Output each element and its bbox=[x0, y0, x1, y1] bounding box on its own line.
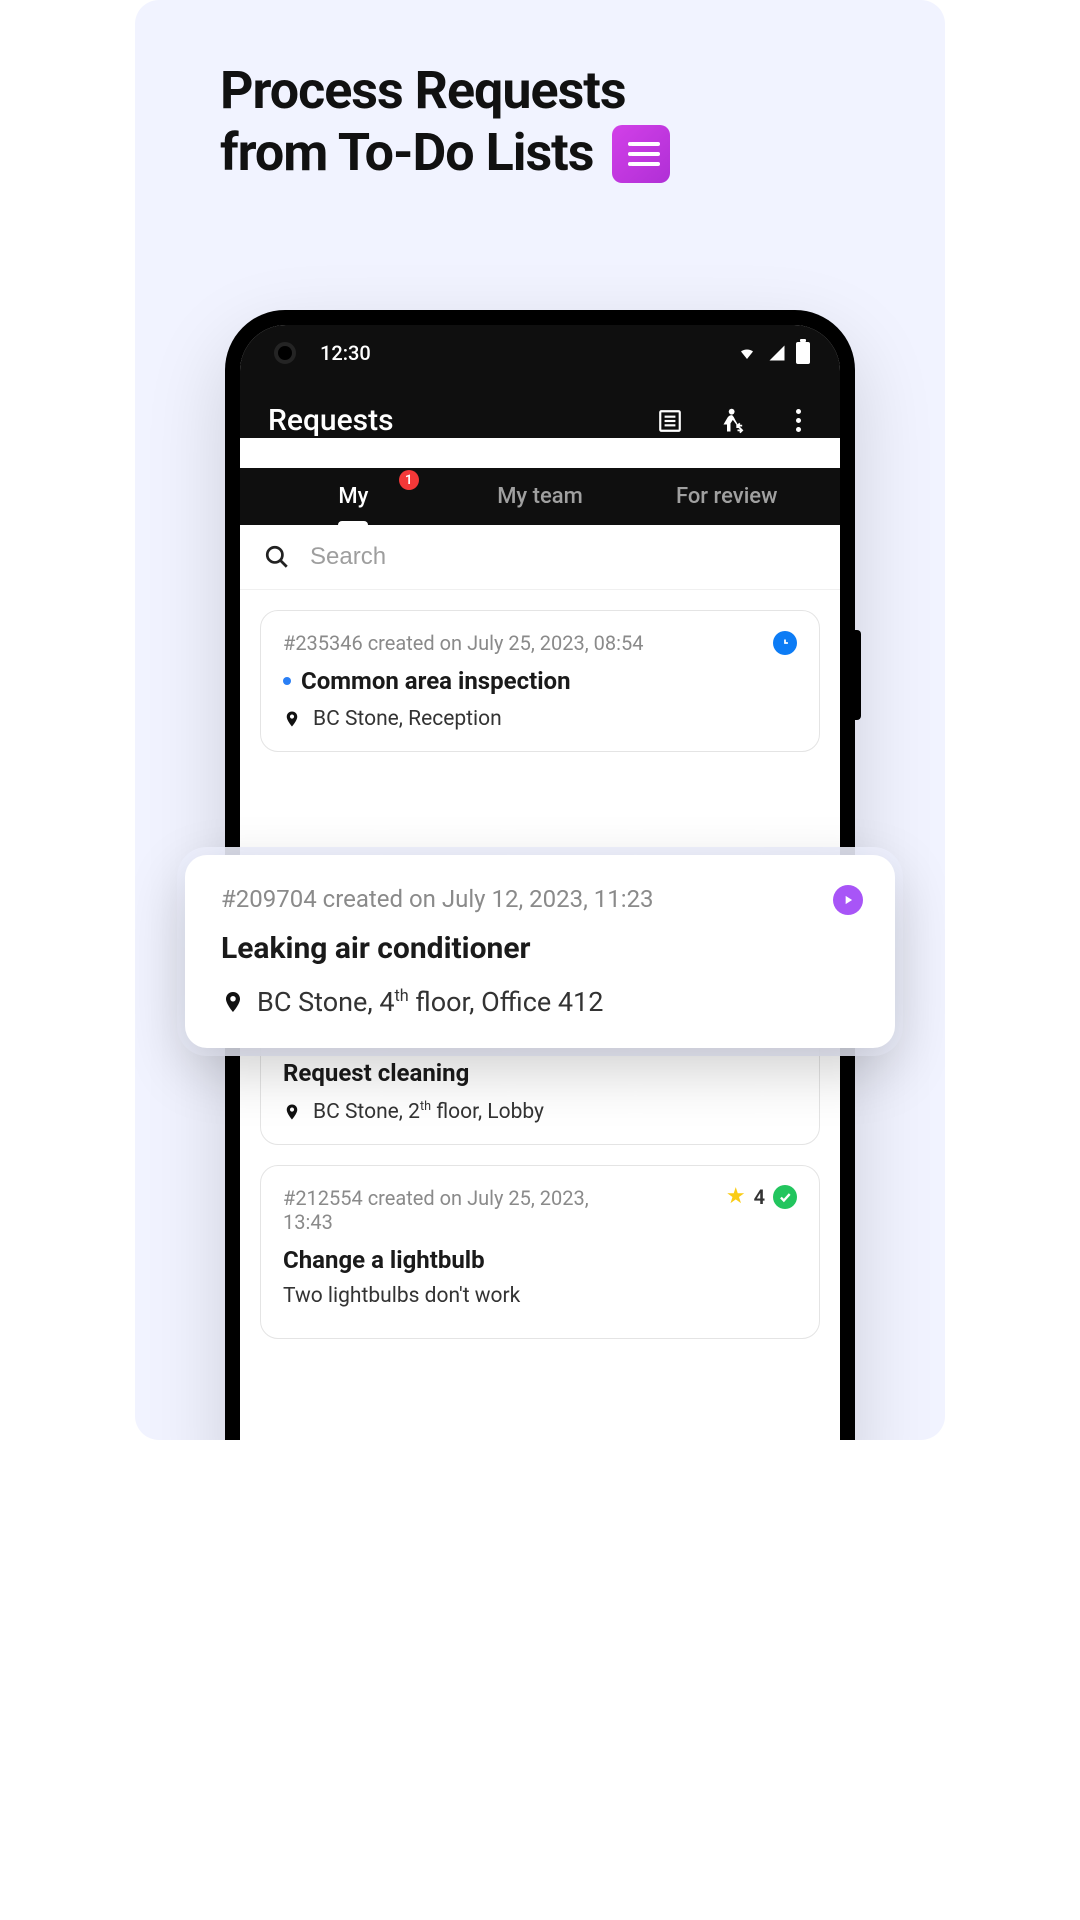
rating-group: ★ 4 bbox=[726, 1184, 797, 1209]
card-location-text: BC Stone, 2th floor, Lobby bbox=[313, 1099, 544, 1124]
tab-team-label: My team bbox=[497, 484, 583, 509]
tab-my-team[interactable]: My team bbox=[447, 468, 634, 525]
headline-line2: from To-Do Lists bbox=[220, 122, 594, 184]
status-time: 12:30 bbox=[320, 341, 371, 365]
search-input[interactable] bbox=[310, 543, 816, 571]
headline: Process Requests from To-Do Lists bbox=[135, 60, 945, 185]
search-icon bbox=[264, 544, 290, 570]
tab-review-label: For review bbox=[676, 484, 777, 509]
camera-hole bbox=[274, 342, 296, 364]
pin-icon bbox=[283, 708, 301, 730]
wifi-icon bbox=[736, 344, 758, 362]
card-title: Request cleaning bbox=[283, 1059, 797, 1087]
card-meta: #209704 created on July 12, 2023, 11:23 bbox=[221, 885, 859, 913]
star-icon: ★ bbox=[726, 1184, 746, 1209]
card-title: Change a lightbulb bbox=[283, 1246, 797, 1274]
request-card[interactable]: #235346 created on July 25, 2023, 08:54 … bbox=[260, 610, 820, 752]
more-icon[interactable] bbox=[784, 407, 812, 435]
headline-line1: Process Requests bbox=[220, 60, 945, 122]
status-in-progress-icon bbox=[833, 885, 863, 915]
card-location: BC Stone, Reception bbox=[283, 707, 797, 731]
list-icon bbox=[612, 125, 670, 183]
tab-my-label: My bbox=[338, 484, 368, 509]
card-meta: #235346 created on July 25, 2023, 08:54 bbox=[283, 631, 797, 655]
unread-dot-icon bbox=[283, 677, 291, 685]
status-scheduled-icon bbox=[773, 631, 797, 655]
status-bar: 12:30 bbox=[240, 325, 840, 381]
card-meta: #212554 created on July 25, 2023, 13:43 bbox=[283, 1186, 613, 1234]
app-header: Requests bbox=[240, 381, 840, 438]
card-location: BC Stone, 2th floor, Lobby bbox=[283, 1099, 797, 1124]
tab-my-badge: 1 bbox=[399, 470, 419, 490]
card-location-text: BC Stone, Reception bbox=[313, 707, 502, 731]
rating-value: 4 bbox=[754, 1185, 765, 1209]
list-view-icon[interactable] bbox=[656, 407, 684, 435]
tab-review[interactable]: For review bbox=[633, 468, 820, 525]
handoff-icon[interactable] bbox=[720, 407, 748, 435]
status-icons bbox=[736, 342, 810, 364]
pin-icon bbox=[283, 1101, 301, 1123]
tabs: My 1 My team For review bbox=[240, 468, 840, 525]
promo-container: Process Requests from To-Do Lists 12:30 bbox=[135, 0, 945, 1440]
page-title: Requests bbox=[268, 403, 394, 438]
card-location: BC Stone, 4th floor, Office 412 bbox=[221, 986, 859, 1018]
search-bar[interactable] bbox=[240, 525, 840, 590]
card-location-text: BC Stone, 4th floor, Office 412 bbox=[257, 986, 603, 1018]
pin-icon bbox=[221, 987, 245, 1017]
request-card-highlighted[interactable]: #209704 created on July 12, 2023, 11:23 … bbox=[185, 855, 895, 1048]
header-actions bbox=[656, 407, 812, 435]
status-done-icon bbox=[773, 1185, 797, 1209]
card-title: Common area inspection bbox=[301, 667, 571, 695]
signal-icon bbox=[766, 344, 788, 362]
tab-my[interactable]: My 1 bbox=[260, 468, 447, 525]
card-title: Leaking air conditioner bbox=[221, 931, 859, 966]
request-card[interactable]: #212554 created on July 25, 2023, 13:43 … bbox=[260, 1165, 820, 1339]
card-description: Two lightbulbs don't work bbox=[283, 1284, 797, 1308]
battery-icon bbox=[796, 342, 810, 364]
